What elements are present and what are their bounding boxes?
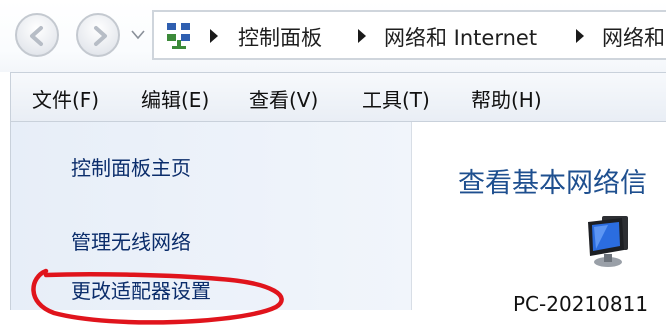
menu-bar: 文件(F) 编辑(E) 查看(V) 工具(T) 帮助(H)	[10, 72, 666, 122]
menu-edit[interactable]: 编辑(E)	[141, 84, 209, 113]
breadcrumb-network-sharing[interactable]: 网络和	[602, 22, 665, 52]
breadcrumb-control-panel[interactable]: 控制面板	[238, 22, 322, 52]
breadcrumb-separator-icon[interactable]	[576, 29, 584, 43]
menu-tools[interactable]: 工具(T)	[362, 84, 430, 113]
navigation-bar: 控制面板 网络和 Internet 网络和	[0, 0, 666, 72]
breadcrumb-network-internet[interactable]: 网络和 Internet	[384, 22, 537, 52]
history-dropdown-icon[interactable]	[131, 30, 145, 40]
computer-name-label: PC-20210811	[513, 292, 649, 316]
breadcrumb-separator-icon[interactable]	[210, 29, 218, 43]
back-arrow-icon	[30, 26, 43, 46]
menu-view[interactable]: 查看(V)	[249, 84, 318, 113]
computer-icon	[588, 216, 628, 267]
forward-arrow-icon	[94, 26, 107, 46]
menu-help[interactable]: 帮助(H)	[471, 84, 542, 113]
breadcrumb-separator-icon[interactable]	[358, 29, 366, 43]
page-title: 查看基本网络信	[458, 168, 647, 199]
network-folder-icon	[167, 23, 190, 49]
menu-file[interactable]: 文件(F)	[32, 84, 99, 113]
address-bar[interactable]: 控制面板 网络和 Internet 网络和	[152, 10, 666, 60]
control-panel-home-link[interactable]: 控制面板主页	[71, 152, 191, 181]
manage-wireless-networks-link[interactable]: 管理无线网络	[71, 226, 191, 255]
back-button[interactable]	[15, 13, 59, 57]
red-highlight-annotation	[31, 268, 284, 325]
forward-button[interactable]	[76, 13, 120, 57]
